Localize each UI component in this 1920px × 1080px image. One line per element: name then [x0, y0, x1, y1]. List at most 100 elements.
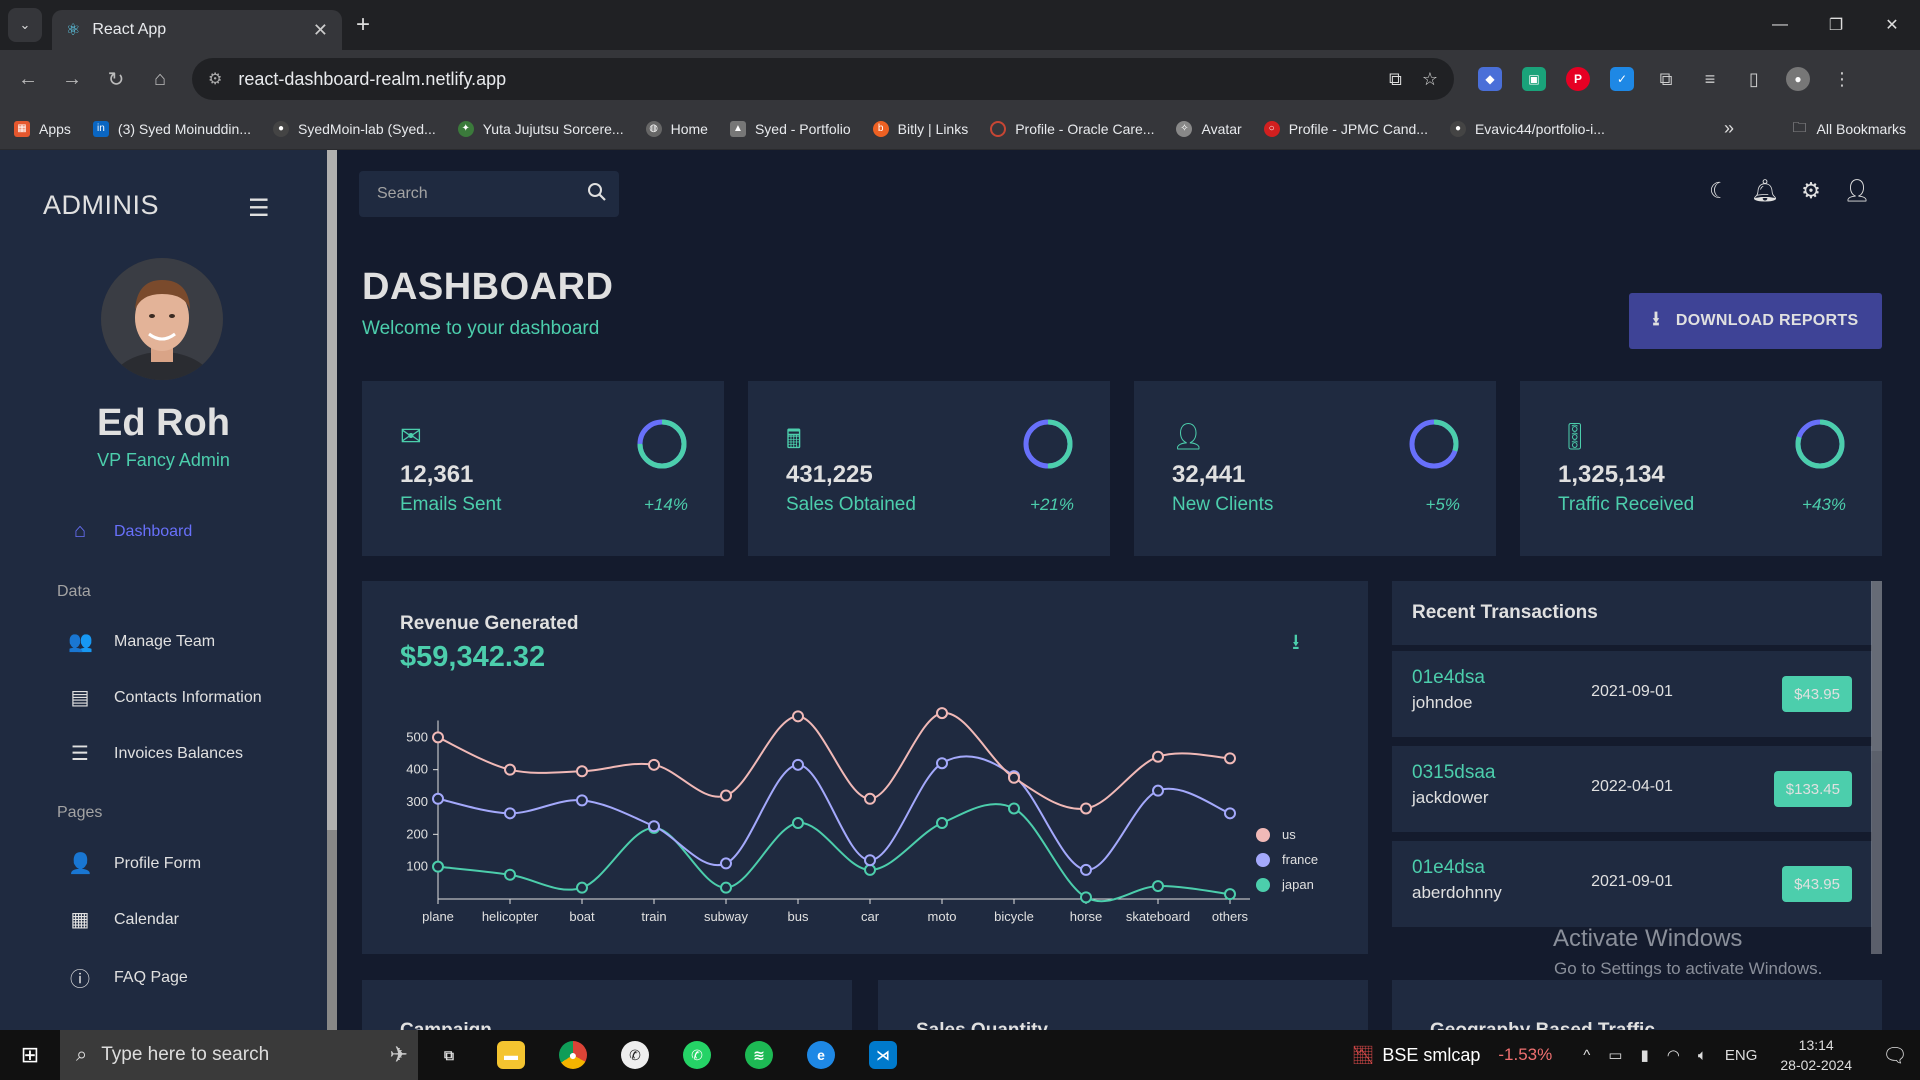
meet-now-icon[interactable]: ▭	[1608, 1046, 1622, 1064]
language-indicator[interactable]: ENG	[1725, 1047, 1758, 1064]
data-point-us	[576, 765, 588, 778]
bookmark-item[interactable]: in (3) Syed Moinuddin...	[92, 120, 251, 137]
bookmark-item[interactable]: ● SyedMoin-lab (Syed...	[273, 120, 436, 137]
stat-value: 32,441	[1172, 461, 1246, 488]
taskbar-search[interactable]: ⌕ Type here to search ✈	[60, 1030, 418, 1080]
extensions-puzzle-icon[interactable]: ⧉	[1654, 67, 1678, 91]
stat-card-sales: 🖩 431,225 Sales Obtained +21%	[748, 381, 1110, 556]
edge-button[interactable]: e	[790, 1030, 852, 1080]
dark-mode-icon[interactable]: ☾	[1696, 178, 1742, 204]
transaction-row: 01e4dsa aberdohnny 2021-09-01 $43.95	[1392, 841, 1872, 927]
bookmark-item[interactable]: ▦ Apps	[14, 120, 71, 137]
stock-chart-icon: 📉︎	[1351, 1044, 1375, 1065]
bookmark-star-icon[interactable]: ☆	[1422, 69, 1438, 90]
whatsapp-button[interactable]: ✆	[666, 1030, 728, 1080]
clock[interactable]: 13:14 28-02-2024	[1780, 1035, 1852, 1075]
minimize-button[interactable]: —	[1752, 0, 1808, 50]
transactions-scrollbar[interactable]	[1871, 581, 1882, 954]
y-tick-label: 200	[406, 826, 428, 841]
transaction-cost-badge: $133.45	[1773, 771, 1852, 807]
revenue-line-chart: 100 200 300 400 500 plane helicopter boat train s…	[406, 707, 1318, 924]
user-avatar	[101, 258, 223, 380]
stock-ticker[interactable]: 📉︎ BSE smlcap -1.53%	[1351, 1045, 1552, 1066]
bitwarden-extension-icon[interactable]: ◆	[1478, 67, 1502, 91]
all-bookmarks-button[interactable]: 🗀 All Bookmarks	[1793, 117, 1906, 141]
data-point-japan	[792, 817, 804, 830]
wifi-icon[interactable]: ◠	[1667, 1046, 1680, 1064]
pinterest-extension-icon[interactable]: P	[1566, 67, 1590, 91]
home-button[interactable]: ⌂	[138, 68, 182, 91]
bookmark-item[interactable]: Profile - Oracle Care...	[990, 120, 1154, 137]
search-icon[interactable]	[587, 182, 607, 207]
windows-taskbar: ⊞ ⌕ Type here to search ✈ ⧉ ▬ ● ✆ ✆ ≋ e …	[0, 1030, 1920, 1080]
search-input[interactable]	[377, 185, 587, 203]
forward-button[interactable]: →	[50, 68, 94, 91]
sidebar-item-contacts[interactable]: ▤ Contacts Information	[68, 685, 262, 710]
profile-avatar-icon[interactable]: ●	[1786, 67, 1810, 91]
tab-search-dropdown[interactable]: ⌄	[8, 8, 42, 42]
bookmark-item[interactable]: ○ Profile - JPMC Cand...	[1263, 120, 1428, 137]
bookmark-item[interactable]: ▲ Syed - Portfolio	[729, 120, 851, 137]
sidebar-scrollbar[interactable]	[327, 150, 337, 1030]
sidebar-item-label: Invoices Balances	[114, 744, 243, 762]
data-point-japan	[1152, 880, 1164, 893]
notification-center-icon[interactable]: 🗨︎	[1870, 1043, 1920, 1068]
bookmark-item[interactable]: ● Evavic44/portfolio-i...	[1449, 120, 1605, 137]
install-app-icon[interactable]: ⧉	[1389, 69, 1402, 90]
new-tab-button[interactable]: +	[356, 11, 370, 39]
volume-icon[interactable]: 🔈︎	[1698, 1047, 1707, 1064]
task-view-button[interactable]: ⧉	[418, 1030, 480, 1080]
battery-icon[interactable]: ▮	[1640, 1046, 1648, 1064]
restore-button[interactable]: ❐	[1808, 0, 1864, 50]
bookmark-item[interactable]: ✦ Yuta Jujutsu Sorcere...	[457, 120, 624, 137]
browser-menu-icon[interactable]: ⋮	[1830, 67, 1854, 91]
sidebar-item-invoices[interactable]: ☰ Invoices Balances	[68, 741, 243, 766]
more-bookmarks-icon[interactable]: »	[1724, 118, 1734, 139]
user-profile-icon[interactable]: 👤︎	[1834, 178, 1880, 204]
spotify-button[interactable]: ≋	[728, 1030, 790, 1080]
notifications-icon[interactable]: 🔔︎	[1742, 178, 1788, 204]
whatsapp-icon: ✆	[683, 1041, 711, 1069]
chrome-button[interactable]: ●	[542, 1030, 604, 1080]
browser-tab[interactable]: ⚛ React App ✕	[52, 10, 342, 50]
transactions-scrollbar-thumb[interactable]	[1871, 581, 1882, 751]
data-point-france	[864, 854, 876, 867]
sidebar-item-label: Profile Form	[114, 854, 202, 872]
reload-button[interactable]: ↻	[94, 67, 138, 92]
vscode-icon: ⋊	[869, 1041, 897, 1069]
traffic-icon: 🚦︎	[1558, 421, 1592, 451]
windows-start-icon[interactable]: ⊞	[0, 1042, 60, 1068]
page-subtitle: Welcome to your dashboard	[362, 318, 600, 339]
tab-close-icon[interactable]: ✕	[313, 20, 328, 41]
close-window-button[interactable]: ✕	[1864, 0, 1920, 50]
chevron-up-icon[interactable]: ^	[1583, 1047, 1590, 1064]
site-info-icon[interactable]: ⚙	[208, 69, 222, 89]
legend-label: france	[1282, 852, 1318, 867]
address-bar[interactable]: ⚙ react-dashboard-realm.netlify.app ⧉ ☆	[192, 58, 1454, 100]
sidebar-item-manage-team[interactable]: 👥 Manage Team	[68, 629, 215, 654]
sidebar-item-calendar[interactable]: ▦ Calendar	[68, 907, 179, 932]
sidebar-scrollbar-thumb[interactable]	[327, 150, 337, 830]
check-extension-icon[interactable]: ✓	[1610, 67, 1634, 91]
browser-tab-bar: ⌄ ⚛ React App ✕ + — ❐ ✕	[0, 0, 1920, 50]
sidebar-item-dashboard[interactable]: ⌂ Dashboard	[68, 520, 192, 543]
data-point-france	[1080, 863, 1092, 876]
recent-transactions: Recent Transactions 01e4dsa johndoe 2021…	[1392, 581, 1882, 954]
bookmark-item[interactable]: ✧ Avatar	[1176, 120, 1242, 137]
side-panel-icon[interactable]: ▯	[1742, 67, 1766, 91]
extension-icon[interactable]: ▣	[1522, 67, 1546, 91]
sidebar-item-faq[interactable]: ⓘ FAQ Page	[68, 963, 188, 992]
sidebar-section-pages: Pages	[57, 804, 103, 821]
sidebar-item-profile-form[interactable]: 👤 Profile Form	[68, 851, 201, 876]
back-button[interactable]: ←	[6, 68, 50, 91]
settings-gear-icon[interactable]: ⚙	[1788, 178, 1834, 204]
download-reports-button[interactable]: ⭳ DOWNLOAD REPORTS	[1629, 293, 1882, 349]
bookmark-item[interactable]: ◍ Home	[645, 120, 708, 137]
folder-icon: ▬	[497, 1041, 525, 1069]
whatsapp-web-button[interactable]: ✆	[604, 1030, 666, 1080]
bookmark-item[interactable]: b Bitly | Links	[872, 120, 968, 137]
menu-toggle-icon[interactable]: ☰	[248, 194, 270, 223]
file-explorer-button[interactable]: ▬	[480, 1030, 542, 1080]
vscode-button[interactable]: ⋊	[852, 1030, 914, 1080]
reading-list-icon[interactable]: ≡	[1698, 67, 1722, 91]
